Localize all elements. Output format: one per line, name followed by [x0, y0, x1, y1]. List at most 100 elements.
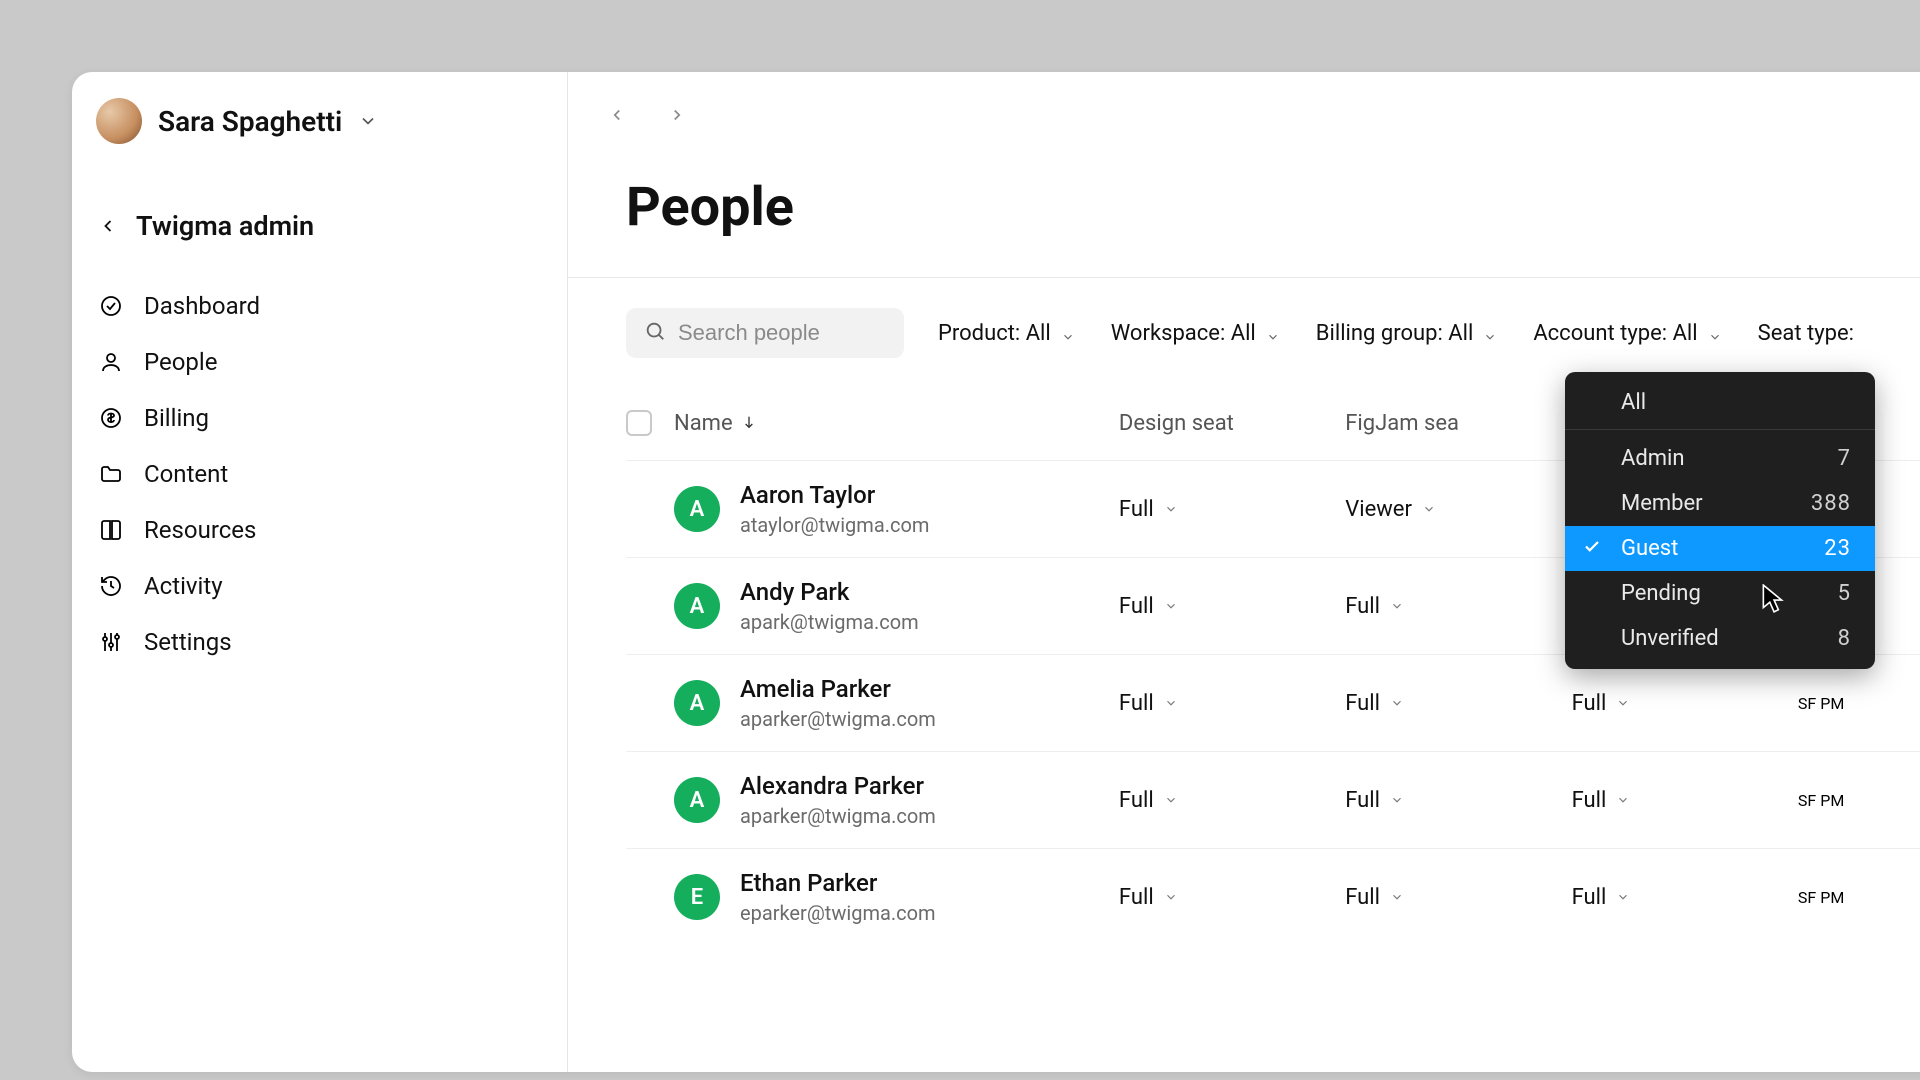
avatar-initial: E [674, 874, 720, 920]
sidebar-item-settings[interactable]: Settings [72, 614, 567, 670]
select-all-checkbox[interactable] [626, 410, 652, 436]
column-figjam-seat[interactable]: FigJam sea [1345, 411, 1571, 436]
dropdown-item-all[interactable]: All [1565, 380, 1875, 430]
table-row[interactable]: EEthan Parkereparker@twigma.comFullFullF… [626, 848, 1920, 945]
person-icon [98, 349, 124, 375]
search-people[interactable] [626, 308, 904, 358]
figjam-seat-select[interactable]: Viewer [1345, 497, 1571, 522]
chevron-down-icon [1390, 885, 1404, 910]
person-name: Andy Park [740, 578, 919, 606]
column-name[interactable]: Name [674, 411, 1119, 436]
check-icon [1583, 536, 1601, 561]
chevron-down-icon [1164, 885, 1178, 910]
figjam-seat-select[interactable]: Full [1345, 885, 1571, 910]
seat-value: Full [1119, 788, 1154, 813]
chevron-down-icon [1616, 788, 1630, 813]
figjam-seat-select[interactable]: Full [1345, 788, 1571, 813]
third-seat-select[interactable]: Full [1572, 885, 1798, 910]
chevron-down-icon [1422, 497, 1436, 522]
third-seat-select[interactable]: Full [1572, 691, 1798, 716]
filter-product[interactable]: Product: All [938, 321, 1077, 346]
seat-value: Full [1572, 788, 1607, 813]
filter-label: Account type: All [1533, 321, 1697, 346]
dropdown-item-label: All [1621, 390, 1646, 415]
sidebar-item-content[interactable]: Content [72, 446, 567, 502]
design-seat-select[interactable]: Full [1119, 497, 1345, 522]
dropdown-item-unverified[interactable]: Unverified8 [1565, 616, 1875, 661]
chevron-down-icon [1266, 325, 1282, 341]
chevron-down-icon [1164, 691, 1178, 716]
person-cell: AAndy Parkapark@twigma.com [674, 578, 1119, 634]
sidebar-item-label: Activity [144, 572, 223, 600]
sidebar-item-people[interactable]: People [72, 334, 567, 390]
filter-label: Product: All [938, 321, 1051, 346]
sidebar-item-activity[interactable]: Activity [72, 558, 567, 614]
seat-value: Full [1572, 885, 1607, 910]
filter-billing-group[interactable]: Billing group: All [1316, 321, 1500, 346]
seat-value: Full [1345, 691, 1380, 716]
seat-value: Full [1572, 691, 1607, 716]
avatar-initial: A [674, 680, 720, 726]
nav-forward-button[interactable] [656, 94, 698, 136]
design-seat-select[interactable]: Full [1119, 788, 1345, 813]
figjam-seat-select[interactable]: Full [1345, 594, 1571, 619]
page-title: People [626, 176, 1914, 239]
filter-seat-type[interactable]: Seat type: [1758, 321, 1854, 346]
design-seat-select[interactable]: Full [1119, 691, 1345, 716]
sidebar-item-dashboard[interactable]: Dashboard [72, 278, 567, 334]
dropdown-item-guest[interactable]: Guest23 [1565, 526, 1875, 571]
search-icon [644, 320, 666, 346]
book-icon [98, 517, 124, 543]
filter-label: Seat type: [1758, 321, 1854, 346]
chevron-down-icon [1390, 594, 1404, 619]
sidebar-item-label: Billing [144, 404, 209, 432]
dropdown-item-member[interactable]: Member388 [1565, 481, 1875, 526]
sort-down-icon [741, 411, 757, 436]
column-label: FigJam sea [1345, 411, 1459, 436]
chevron-down-icon [1061, 325, 1077, 341]
dropdown-item-label: Member [1621, 491, 1703, 516]
person-name: Ethan Parker [740, 869, 936, 897]
dropdown-item-label: Guest [1621, 536, 1678, 561]
third-seat-select[interactable]: Full [1572, 788, 1798, 813]
person-email: eparker@twigma.com [740, 901, 936, 925]
back-to-admin[interactable]: Twigma admin [72, 192, 567, 260]
dropdown-item-pending[interactable]: Pending5 [1565, 571, 1875, 616]
sidebar-item-label: Content [144, 460, 228, 488]
design-seat-select[interactable]: Full [1119, 885, 1345, 910]
avatar [96, 98, 142, 144]
filter-workspace[interactable]: Workspace: All [1111, 321, 1282, 346]
billing-value: SF PM [1798, 694, 1844, 713]
person-email: aparker@twigma.com [740, 804, 936, 828]
dropdown-item-label: Admin [1621, 446, 1685, 471]
column-label: Design seat [1119, 411, 1234, 436]
billing-value: SF PM [1798, 888, 1844, 907]
billing-value: SF PM [1798, 791, 1844, 810]
search-input[interactable] [678, 320, 886, 346]
sliders-icon [98, 629, 124, 655]
sidebar-item-resources[interactable]: Resources [72, 502, 567, 558]
sidebar-nav: Twigma admin Dashboard People Billing [72, 170, 567, 670]
sidebar-item-billing[interactable]: Billing [72, 390, 567, 446]
sidebar: Sara Spaghetti Twigma admin Dashboard [72, 72, 568, 1072]
nav-back-button[interactable] [596, 94, 638, 136]
chevron-left-icon [98, 216, 118, 236]
chevron-down-icon [1164, 788, 1178, 813]
person-cell: E Ethan Parker eparker@twigma.com [674, 869, 1119, 925]
chevron-down-icon [1164, 497, 1178, 522]
profile-switcher[interactable]: Sara Spaghetti [72, 72, 567, 170]
figjam-seat-select[interactable]: Full [1345, 691, 1571, 716]
filter-account-type[interactable]: Account type: All [1533, 321, 1723, 346]
dollar-circle-icon [98, 405, 124, 431]
chevron-down-icon [1483, 325, 1499, 341]
design-seat-select[interactable]: Full [1119, 594, 1345, 619]
table-row[interactable]: AAlexandra Parkeraparker@twigma.comFullF… [626, 751, 1920, 848]
person-name: Amelia Parker [740, 675, 936, 703]
sidebar-item-label: Dashboard [144, 292, 260, 320]
column-design-seat[interactable]: Design seat [1119, 411, 1345, 436]
dropdown-item-label: Unverified [1621, 626, 1719, 651]
filter-bar: Product: All Workspace: All Billing grou… [568, 278, 1920, 376]
dropdown-item-count: 5 [1838, 581, 1851, 606]
account-type-dropdown[interactable]: AllAdmin7Member388Guest23Pending5Unverif… [1565, 372, 1875, 669]
dropdown-item-admin[interactable]: Admin7 [1565, 436, 1875, 481]
